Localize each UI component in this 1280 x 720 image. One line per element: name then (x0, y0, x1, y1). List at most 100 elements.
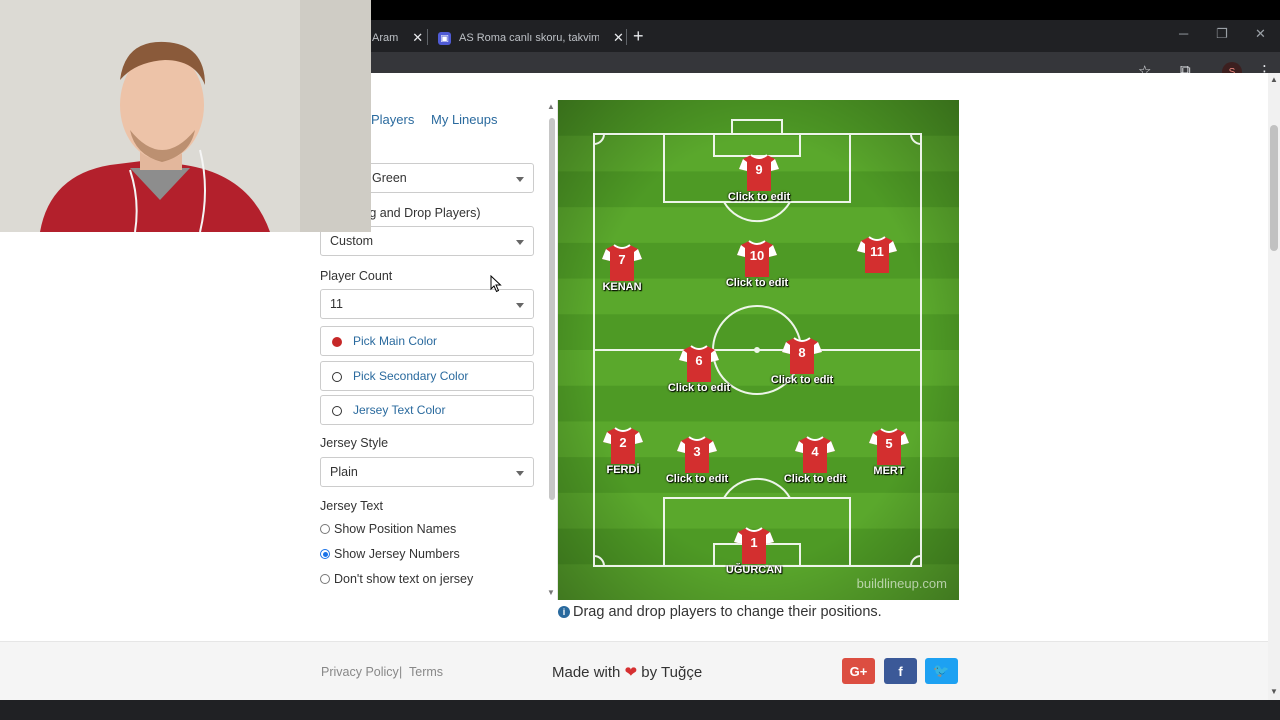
close-tab-icon[interactable]: ✕ (613, 30, 624, 46)
jersey-number: 2 (619, 435, 627, 450)
tab-arama[interactable]: Aram ✕ (362, 24, 433, 52)
radio-button[interactable] (320, 524, 330, 534)
player-jersey[interactable]: 8 Click to edit (771, 336, 833, 386)
panel-scrollbar[interactable]: ▲ ▼ (547, 100, 557, 600)
player-jersey[interactable]: 11 (847, 235, 907, 273)
jersey-number: 6 (695, 353, 703, 368)
webcam-overlay (0, 0, 371, 232)
player-jersey[interactable]: 4 Click to edit (784, 435, 846, 485)
player-jersey[interactable]: 6 Click to edit (668, 344, 730, 394)
select-value: Plain (330, 465, 358, 479)
empty-dot-icon (332, 406, 342, 416)
hint-text: Drag and drop players to change their po… (573, 604, 882, 620)
jersey-number: 11 (870, 244, 884, 259)
info-icon: i (558, 606, 570, 618)
drag-hint: i Drag and drop players to change their … (558, 604, 882, 620)
mouse-cursor-icon (490, 275, 502, 293)
privacy-policy-link[interactable]: Privacy Policy (321, 665, 399, 679)
caret-down-icon (516, 303, 524, 308)
jersey-style-select[interactable]: Plain (320, 457, 534, 487)
jersey-number: 10 (749, 248, 765, 263)
jersey-number: 4 (811, 444, 819, 459)
tab-label: Aram (372, 32, 399, 44)
button-label: Jersey Text Color (353, 403, 446, 417)
terms-link[interactable]: Terms (409, 665, 443, 679)
scrollbar-thumb[interactable] (549, 118, 555, 500)
restore-button[interactable]: ❐ (1216, 26, 1228, 42)
player-name: Click to edit (727, 191, 791, 203)
radio-button[interactable] (320, 549, 330, 559)
player-jersey[interactable]: 3 Click to edit (666, 435, 728, 485)
button-label: Pick Secondary Color (353, 369, 469, 383)
tab-label: AS Roma canlı skoru, takvimi ve (459, 32, 599, 44)
scroll-down-arrow-icon[interactable]: ▼ (1270, 687, 1278, 696)
jersey-icon: 9 (739, 153, 779, 191)
select-value: 11 (330, 297, 343, 311)
close-window-button[interactable]: ✕ (1255, 26, 1266, 42)
radio-label: Don't show text on jersey (334, 572, 474, 586)
facebook-icon[interactable]: f (884, 658, 917, 684)
caret-down-icon (516, 177, 524, 182)
tab-my-lineups[interactable]: My Lineups (431, 112, 497, 127)
twitter-icon[interactable]: 🐦 (925, 658, 958, 684)
jersey-number: 7 (618, 252, 626, 267)
radio-label: Show Jersey Numbers (334, 547, 460, 561)
radio-label: Show Position Names (334, 522, 457, 536)
scroll-up-arrow-icon[interactable]: ▲ (1270, 75, 1278, 84)
player-jersey[interactable]: 1 UĞURCAN (724, 526, 784, 576)
jersey-number: 5 (885, 436, 893, 451)
caret-down-icon (516, 240, 524, 245)
google-plus-icon[interactable]: G+ (842, 658, 875, 684)
radio-button[interactable] (320, 574, 330, 584)
scrollbar-thumb[interactable] (1270, 125, 1278, 251)
jersey-text-color-button[interactable]: Jersey Text Color (320, 395, 534, 425)
jersey-text-label: Jersey Text (320, 499, 383, 513)
player-name: Click to edit (665, 473, 729, 485)
player-name: KENAN (602, 281, 642, 293)
pick-secondary-color-button[interactable]: Pick Secondary Color (320, 361, 534, 391)
jersey-icon: 2 (603, 426, 643, 464)
jersey-icon: 1 (734, 526, 774, 564)
made-with-credit: Made with ❤ by Tuğçe (552, 663, 702, 681)
select-value: Green (372, 171, 407, 185)
player-count-select[interactable]: 11 (320, 289, 534, 319)
empty-dot-icon (332, 372, 342, 382)
caret-down-icon (516, 471, 524, 476)
page-scrollbar[interactable]: ▲ ▼ (1268, 73, 1280, 700)
player-count-label: Player Count (320, 269, 393, 283)
player-jersey[interactable]: 5 MERT (859, 427, 919, 477)
minimize-button[interactable]: ─ (1179, 26, 1188, 41)
jersey-icon: 3 (677, 435, 717, 473)
radio-dont-show-text[interactable]: Don't show text on jersey (320, 572, 473, 586)
tab-players[interactable]: Players (371, 112, 414, 127)
player-name: Click to edit (770, 374, 834, 386)
jersey-number: 8 (798, 345, 806, 360)
close-tab-icon[interactable]: ✕ (412, 30, 423, 46)
webcam-person-image (0, 0, 371, 232)
player-jersey[interactable]: 7 KENAN (592, 243, 652, 293)
player-jersey[interactable]: 9 Click to edit (728, 153, 790, 203)
scroll-down-arrow-icon[interactable]: ▼ (547, 588, 555, 597)
site-favicon-icon: ▣ (438, 31, 451, 45)
radio-show-jersey-numbers[interactable]: Show Jersey Numbers (320, 547, 460, 561)
jersey-number: 3 (693, 444, 701, 459)
tab-as-roma[interactable]: ▣ AS Roma canlı skoru, takvimi ve ✕ (428, 24, 634, 52)
new-tab-button[interactable]: + (633, 26, 644, 47)
pick-main-color-button[interactable]: Pick Main Color (320, 326, 534, 356)
jersey-icon: 11 (857, 235, 897, 273)
jersey-number: 9 (755, 162, 763, 177)
scroll-up-arrow-icon[interactable]: ▲ (547, 102, 555, 111)
jersey-number: 1 (750, 535, 758, 550)
player-name: Click to edit (667, 382, 731, 394)
jersey-icon: 6 (679, 344, 719, 382)
footer: Privacy Policy | Terms Made with ❤ by Tu… (0, 641, 1268, 700)
jersey-icon: 5 (869, 427, 909, 465)
player-jersey[interactable]: 10 Click to edit (726, 239, 788, 289)
player-name: Click to edit (725, 277, 789, 289)
watermark: buildlineup.com (856, 576, 947, 591)
filled-dot-icon (332, 337, 342, 347)
footer-separator: | (399, 665, 403, 679)
jersey-icon: 8 (782, 336, 822, 374)
player-jersey[interactable]: 2 FERDİ (593, 426, 653, 476)
radio-show-position-names[interactable]: Show Position Names (320, 522, 456, 536)
